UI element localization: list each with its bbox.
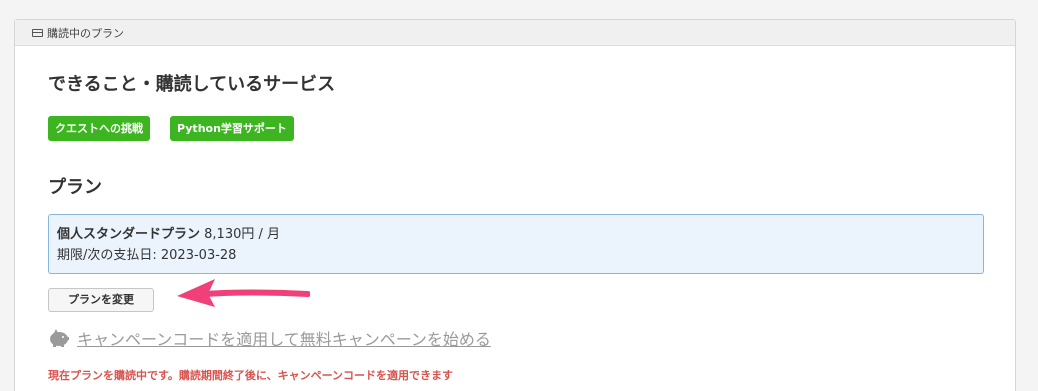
plan-info-box: 個人スタンダードプラン 8,130円 / 月 期限/次の支払日: 2023-03… (48, 214, 984, 274)
subscription-panel: 購読中のプラン できること・購読しているサービス クエストへの挑戦 Python… (14, 19, 1016, 391)
services-heading: できること・購読しているサービス (48, 74, 336, 95)
service-tags: クエストへの挑戦 Python学習サポート (48, 116, 294, 141)
change-plan-button[interactable]: プランを変更 (48, 288, 154, 312)
plan-heading: プラン (48, 177, 102, 198)
plan-name: 個人スタンダードプラン (57, 227, 201, 242)
plan-next-payment: 期限/次の支払日: 2023-03-28 (57, 248, 237, 263)
subscription-notice: 現在プランを購読中です。購読期間終了後に、キャンペーンコードを適用できます (48, 369, 454, 382)
campaign-row: キャンペーンコードを適用して無料キャンペーンを始める (48, 326, 491, 350)
campaign-link[interactable]: キャンペーンコードを適用して無料キャンペーンを始める (77, 326, 491, 350)
service-tag-quest: クエストへの挑戦 (48, 116, 150, 141)
service-tag-python: Python学習サポート (170, 116, 294, 141)
panel-header: 購読中のプラン (15, 20, 1015, 46)
piggy-bank-icon (50, 329, 69, 347)
annotation-arrow (177, 279, 310, 307)
plan-price: 8,130円 / 月 (204, 227, 281, 242)
credit-card-icon (32, 28, 43, 37)
panel-title: 購読中のプラン (47, 26, 124, 40)
